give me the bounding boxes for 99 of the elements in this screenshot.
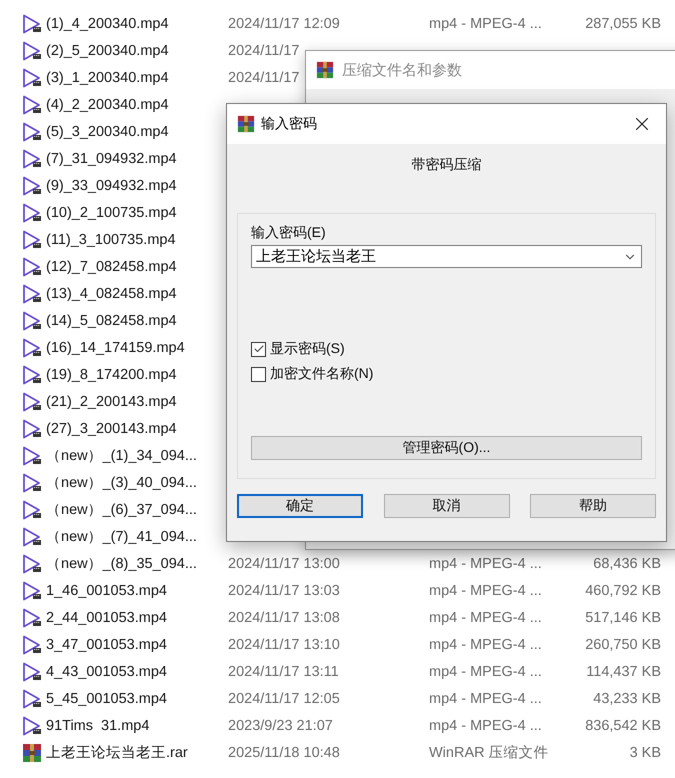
file-name[interactable]: 2_44_001053.mp4 [46,610,167,626]
file-name[interactable]: (19)_8_174200.mp4 [46,366,177,382]
winrar-icon [316,61,334,79]
video-file-icon [22,176,42,196]
file-name[interactable]: (27)_3_200143.mp4 [46,420,177,436]
file-type: mp4 - MPEG-4 ... [429,556,542,572]
password-field[interactable]: 上老王论坛当老王 [251,245,642,268]
field-label: 输入密码(E) [251,224,326,242]
file-size: 43,233 KB [593,690,661,706]
dialog-button[interactable]: 取消 [384,494,510,518]
option-checkbox[interactable]: 显示密码(S) [251,340,345,358]
video-file-icon [22,554,42,574]
file-size: 517,146 KB [585,610,661,626]
checkmark-icon [252,343,264,355]
file-name[interactable]: (2)_5_200340.mp4 [46,42,169,58]
video-file-icon [22,688,42,708]
video-file-icon [22,364,42,384]
file-name[interactable]: 1_46_001053.mp4 [46,582,167,598]
file-size: 836,542 KB [585,718,661,734]
file-name[interactable]: (21)_2_200143.mp4 [46,394,177,410]
video-file-icon [22,662,42,682]
file-name[interactable]: (14)_5_082458.mp4 [46,312,177,328]
file-name[interactable]: （new）_(6)_37_094... [46,500,197,519]
file-date: 2025/11/18 10:48 [228,744,340,760]
file-name[interactable]: (16)_14_174159.mp4 [46,340,185,356]
file-type: mp4 - MPEG-4 ... [429,582,542,598]
file-name[interactable]: (10)_2_100735.mp4 [46,204,177,220]
file-name[interactable]: （new）_(7)_41_094... [46,527,197,546]
file-type: mp4 - MPEG-4 ... [429,664,542,680]
file-size: 287,055 KB [585,16,661,32]
file-date: 2024/11/17 13:00 [228,556,340,572]
video-file-icon [22,392,42,412]
file-date: 2024/11/17 13:10 [228,636,340,652]
file-name[interactable]: 91Tims 31.mp4 [46,718,150,734]
file-name[interactable]: （new）_(1)_34_094... [46,446,197,465]
file-date: 2024/11/17 [228,70,300,86]
file-name[interactable]: (3)_1_200340.mp4 [46,70,169,86]
file-size: 460,792 KB [585,582,661,598]
file-date: 2024/11/17 13:08 [228,610,340,626]
file-name[interactable]: 4_43_001053.mp4 [46,664,167,680]
video-file-icon [22,14,42,34]
dialog-title: 输入密码 [261,115,318,133]
archive-icon [22,742,42,762]
video-file-icon [22,94,42,114]
file-name[interactable]: (11)_3_100735.mp4 [46,232,176,248]
file-type: mp4 - MPEG-4 ... [429,16,542,32]
video-file-icon [22,68,42,88]
winrar-icon [237,115,255,133]
file-name[interactable]: (13)_4_082458.mp4 [46,286,177,302]
video-file-icon [22,122,42,142]
manage-passwords-button[interactable]: 管理密码(O)... [251,436,642,460]
file-date: 2024/11/17 [228,42,300,58]
video-file-icon [22,148,42,168]
file-type: mp4 - MPEG-4 ... [429,636,542,652]
video-file-icon [22,446,42,466]
file-date: 2024/11/17 12:09 [228,16,340,32]
file-type: WinRAR 压缩文件 [429,744,549,762]
dialog-button[interactable]: 帮助 [530,494,656,518]
file-name[interactable]: (9)_33_094932.mp4 [46,178,177,194]
video-file-icon [22,256,42,276]
video-file-icon [22,284,42,304]
video-file-icon [22,202,42,222]
file-date: 2024/11/17 13:03 [228,582,340,598]
video-file-icon [22,338,42,358]
file-size: 3 KB [630,744,661,760]
video-file-icon [22,310,42,330]
file-name[interactable]: 3_47_001053.mp4 [46,636,167,652]
file-size: 68,436 KB [593,556,661,572]
file-name[interactable]: (4)_2_200340.mp4 [46,96,169,112]
option-checkbox[interactable]: 加密文件名称(N) [251,365,374,383]
dialog-button[interactable]: 确定 [237,494,363,518]
video-file-icon [22,580,42,600]
file-name[interactable]: （new）_(8)_35_094... [46,554,197,573]
file-date: 2024/11/17 12:05 [228,690,340,706]
file-name[interactable]: (12)_7_082458.mp4 [46,258,177,274]
video-file-icon [22,418,42,438]
file-name[interactable]: （new）_(3)_40_094... [46,473,197,492]
file-name[interactable]: 上老王论坛当老王.rar [46,743,188,762]
video-file-icon [22,472,42,492]
file-name[interactable]: (1)_4_200340.mp4 [46,16,169,32]
video-file-icon [22,634,42,654]
file-type: mp4 - MPEG-4 ... [429,610,542,626]
file-date: 2023/9/23 21:07 [228,718,333,734]
file-name[interactable]: (7)_31_094932.mp4 [46,150,177,166]
file-date: 2024/11/17 13:11 [228,664,339,680]
window-title: 压缩文件名和参数 [342,60,462,80]
video-file-icon [22,716,42,736]
file-type: mp4 - MPEG-4 ... [429,690,542,706]
file-name[interactable]: 5_45_001053.mp4 [46,690,167,706]
dialog-heading: 带密码压缩 [412,156,482,172]
video-file-icon [22,40,42,60]
file-name[interactable]: (5)_3_200340.mp4 [46,124,169,140]
file-size: 114,437 KB [586,664,661,680]
video-file-icon [22,230,42,250]
video-file-icon [22,500,42,520]
file-size: 260,750 KB [585,636,661,652]
video-file-icon [22,608,42,628]
file-type: mp4 - MPEG-4 ... [429,718,542,734]
video-file-icon [22,526,42,546]
